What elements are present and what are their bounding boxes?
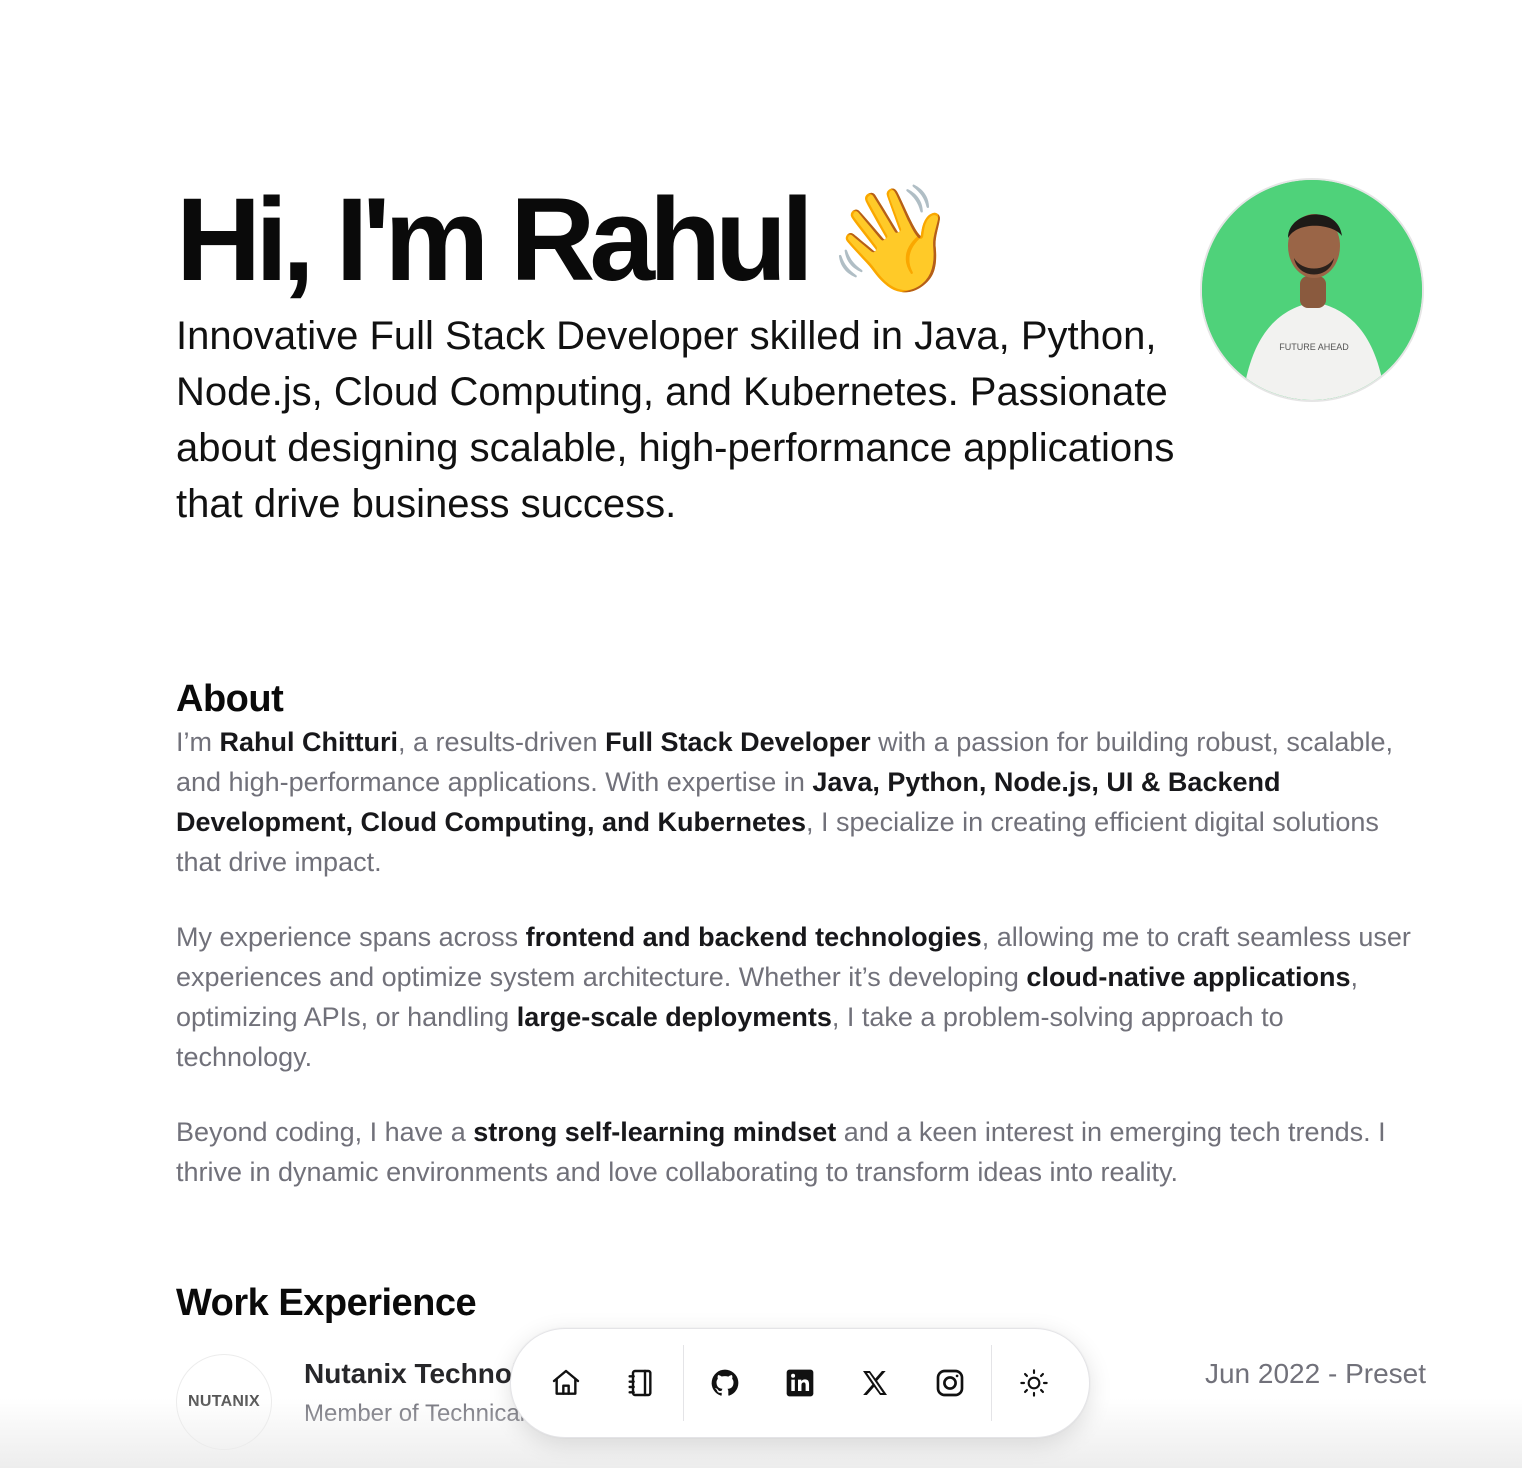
about-paragraph-3: Beyond coding, I have a strong self-lear… [176,1112,1416,1192]
floating-dock [510,1328,1090,1438]
github-icon [711,1369,739,1396]
x-twitter-button[interactable] [845,1351,904,1415]
home-button[interactable] [537,1351,596,1415]
avatar: FUTURE AHEAD [1200,178,1424,402]
avatar-photo: FUTURE AHEAD [1202,180,1422,400]
about-p1-bold-1: Rahul Chitturi [219,727,398,757]
github-button[interactable] [696,1351,755,1415]
dock-separator [682,1345,684,1421]
home-icon [553,1369,580,1395]
blog-button[interactable] [612,1351,671,1415]
about-p2-text-1: My experience spans across [176,922,526,952]
work-experience-heading: Work Experience [176,1282,477,1324]
portfolio-page: Hi, I'm Rahul 👋 Innovative Full Stack De… [0,0,1522,1468]
company-logo: NUTANIX [176,1354,272,1450]
about-heading: About [176,678,284,720]
about-paragraph-2: My experience spans across frontend and … [176,917,1416,1077]
about-p3-bold-1: strong self-learning mindset [473,1117,837,1147]
x-icon [862,1371,887,1395]
about-p1-text-2: , a results-driven [397,727,606,757]
theme-toggle-button[interactable] [1004,1351,1063,1415]
about-section: About I’m Rahul Chitturi, a results-driv… [176,676,1416,1192]
waving-hand-icon: 👋 [827,182,958,298]
about-p2-bold-1: frontend and backend technologies [525,922,982,952]
about-p1-text-1: I’m [176,727,220,757]
linkedin-icon [786,1369,814,1397]
linkedin-button[interactable] [771,1351,830,1415]
about-p3-text-1: Beyond coding, I have a [176,1117,474,1147]
about-p2-bold-3: large-scale deployments [516,1002,832,1032]
avatar-shirt-text: FUTURE AHEAD [1279,342,1349,352]
about-p2-bold-2: cloud-native applications [1026,962,1351,992]
instagram-icon [936,1369,963,1397]
about-p1-bold-2: Full Stack Developer [605,727,871,757]
notebook-icon [628,1369,652,1397]
instagram-button[interactable] [920,1351,979,1415]
hero-subtitle: Innovative Full Stack Developer skilled … [176,314,1175,526]
about-paragraph-1: I’m Rahul Chitturi, a results-driven Ful… [176,722,1416,882]
hero-title-text: Hi, I'm Rahul [176,174,814,306]
work-date: Jun 2022 - Preset [1204,1358,1426,1389]
sun-icon [1019,1369,1048,1397]
dock-separator [990,1345,993,1421]
